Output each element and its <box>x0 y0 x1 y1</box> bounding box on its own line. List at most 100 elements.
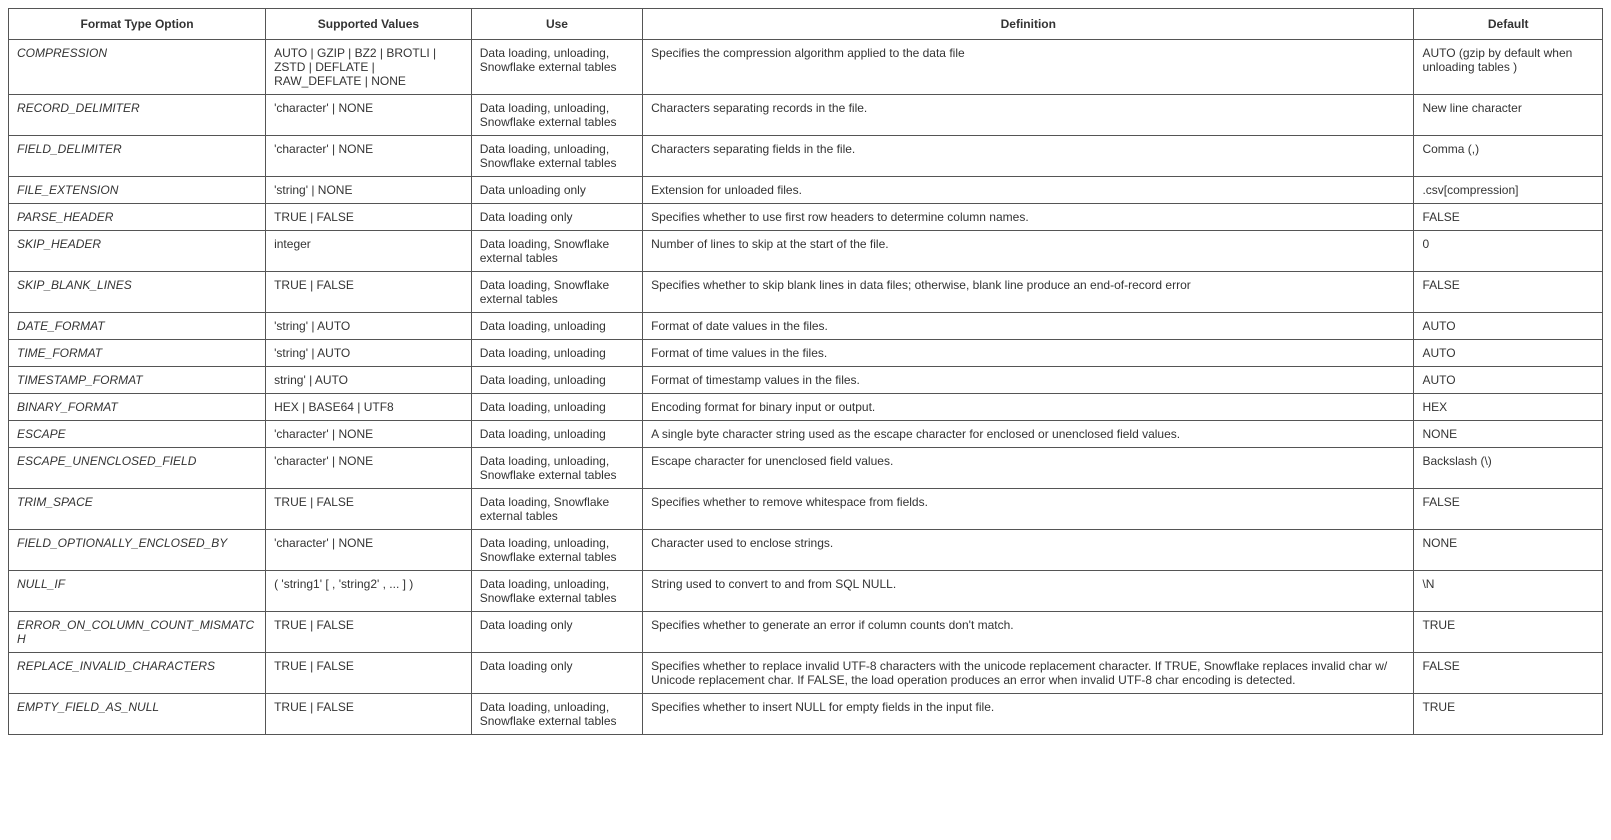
table-row: TRIM_SPACETRUE | FALSEData loading, Snow… <box>9 489 1603 530</box>
header-use: Use <box>471 9 642 40</box>
cell-option: SKIP_BLANK_LINES <box>9 272 266 313</box>
cell-definition: Format of time values in the files. <box>643 340 1414 367</box>
cell-default: .csv[compression] <box>1414 177 1603 204</box>
table-row: FIELD_OPTIONALLY_ENCLOSED_BY'character' … <box>9 530 1603 571</box>
cell-option: EMPTY_FIELD_AS_NULL <box>9 694 266 735</box>
cell-use: Data loading, unloading <box>471 421 642 448</box>
cell-option: ESCAPE_UNENCLOSED_FIELD <box>9 448 266 489</box>
cell-option: TIMESTAMP_FORMAT <box>9 367 266 394</box>
table-row: ESCAPE'character' | NONEData loading, un… <box>9 421 1603 448</box>
table-row: PARSE_HEADERTRUE | FALSEData loading onl… <box>9 204 1603 231</box>
cell-supported: ( 'string1' [ , 'string2' , ... ] ) <box>266 571 472 612</box>
cell-option: PARSE_HEADER <box>9 204 266 231</box>
cell-default: HEX <box>1414 394 1603 421</box>
cell-supported: 'string' | NONE <box>266 177 472 204</box>
table-row: TIME_FORMAT'string' | AUTOData loading, … <box>9 340 1603 367</box>
cell-definition: Characters separating fields in the file… <box>643 136 1414 177</box>
header-option: Format Type Option <box>9 9 266 40</box>
cell-use: Data loading only <box>471 653 642 694</box>
cell-definition: Specifies the compression algorithm appl… <box>643 40 1414 95</box>
cell-definition: Specifies whether to generate an error i… <box>643 612 1414 653</box>
cell-supported: 'character' | NONE <box>266 95 472 136</box>
cell-use: Data loading, unloading, Snowflake exter… <box>471 571 642 612</box>
cell-default: NONE <box>1414 530 1603 571</box>
table-row: TIMESTAMP_FORMATstring' | AUTOData loadi… <box>9 367 1603 394</box>
cell-supported: string' | AUTO <box>266 367 472 394</box>
cell-option: ERROR_ON_COLUMN_COUNT_MISMATCH <box>9 612 266 653</box>
table-row: SKIP_HEADERintegerData loading, Snowflak… <box>9 231 1603 272</box>
table-header-row: Format Type Option Supported Values Use … <box>9 9 1603 40</box>
cell-supported: 'character' | NONE <box>266 421 472 448</box>
cell-supported: 'character' | NONE <box>266 530 472 571</box>
cell-use: Data loading, unloading, Snowflake exter… <box>471 448 642 489</box>
cell-use: Data loading, Snowflake external tables <box>471 231 642 272</box>
cell-definition: Encoding format for binary input or outp… <box>643 394 1414 421</box>
table-row: FILE_EXTENSION'string' | NONEData unload… <box>9 177 1603 204</box>
cell-definition: Escape character for unenclosed field va… <box>643 448 1414 489</box>
cell-option: BINARY_FORMAT <box>9 394 266 421</box>
table-row: FIELD_DELIMITER'character' | NONEData lo… <box>9 136 1603 177</box>
cell-definition: Specifies whether to remove whitespace f… <box>643 489 1414 530</box>
cell-default: AUTO <box>1414 340 1603 367</box>
cell-use: Data loading, unloading <box>471 340 642 367</box>
cell-default: \N <box>1414 571 1603 612</box>
cell-use: Data loading, unloading, Snowflake exter… <box>471 136 642 177</box>
table-row: NULL_IF( 'string1' [ , 'string2' , ... ]… <box>9 571 1603 612</box>
cell-definition: Specifies whether to insert NULL for emp… <box>643 694 1414 735</box>
table-row: COMPRESSIONAUTO | GZIP | BZ2 | BROTLI | … <box>9 40 1603 95</box>
cell-option: DATE_FORMAT <box>9 313 266 340</box>
cell-use: Data loading, Snowflake external tables <box>471 272 642 313</box>
cell-use: Data loading, Snowflake external tables <box>471 489 642 530</box>
cell-supported: TRUE | FALSE <box>266 612 472 653</box>
cell-default: FALSE <box>1414 489 1603 530</box>
cell-option: FIELD_DELIMITER <box>9 136 266 177</box>
cell-supported: 'string' | AUTO <box>266 313 472 340</box>
cell-option: FILE_EXTENSION <box>9 177 266 204</box>
cell-use: Data loading only <box>471 204 642 231</box>
cell-default: FALSE <box>1414 653 1603 694</box>
table-row: EMPTY_FIELD_AS_NULLTRUE | FALSEData load… <box>9 694 1603 735</box>
cell-supported: integer <box>266 231 472 272</box>
cell-supported: 'character' | NONE <box>266 136 472 177</box>
cell-use: Data loading, unloading <box>471 367 642 394</box>
cell-default: Comma (,) <box>1414 136 1603 177</box>
cell-supported: AUTO | GZIP | BZ2 | BROTLI | ZSTD | DEFL… <box>266 40 472 95</box>
cell-supported: 'character' | NONE <box>266 448 472 489</box>
cell-option: TRIM_SPACE <box>9 489 266 530</box>
cell-default: NONE <box>1414 421 1603 448</box>
cell-default: 0 <box>1414 231 1603 272</box>
table-row: ERROR_ON_COLUMN_COUNT_MISMATCHTRUE | FAL… <box>9 612 1603 653</box>
cell-use: Data loading, unloading, Snowflake exter… <box>471 530 642 571</box>
header-supported: Supported Values <box>266 9 472 40</box>
table-row: ESCAPE_UNENCLOSED_FIELD'character' | NON… <box>9 448 1603 489</box>
cell-definition: Extension for unloaded files. <box>643 177 1414 204</box>
cell-option: ESCAPE <box>9 421 266 448</box>
cell-definition: Character used to enclose strings. <box>643 530 1414 571</box>
cell-supported: TRUE | FALSE <box>266 204 472 231</box>
cell-option: TIME_FORMAT <box>9 340 266 367</box>
cell-definition: Specifies whether to skip blank lines in… <box>643 272 1414 313</box>
cell-definition: Characters separating records in the fil… <box>643 95 1414 136</box>
cell-option: RECORD_DELIMITER <box>9 95 266 136</box>
cell-definition: Number of lines to skip at the start of … <box>643 231 1414 272</box>
cell-default: TRUE <box>1414 612 1603 653</box>
cell-use: Data unloading only <box>471 177 642 204</box>
cell-supported: TRUE | FALSE <box>266 272 472 313</box>
cell-supported: TRUE | FALSE <box>266 489 472 530</box>
cell-default: TRUE <box>1414 694 1603 735</box>
cell-option: NULL_IF <box>9 571 266 612</box>
cell-option: COMPRESSION <box>9 40 266 95</box>
cell-use: Data loading, unloading, Snowflake exter… <box>471 694 642 735</box>
cell-definition: Format of timestamp values in the files. <box>643 367 1414 394</box>
cell-definition: String used to convert to and from SQL N… <box>643 571 1414 612</box>
cell-default: AUTO <box>1414 367 1603 394</box>
table-row: DATE_FORMAT'string' | AUTOData loading, … <box>9 313 1603 340</box>
cell-default: AUTO <box>1414 313 1603 340</box>
cell-use: Data loading, unloading <box>471 313 642 340</box>
cell-definition: Format of date values in the files. <box>643 313 1414 340</box>
cell-use: Data loading, unloading, Snowflake exter… <box>471 95 642 136</box>
cell-default: Backslash (\) <box>1414 448 1603 489</box>
cell-definition: Specifies whether to replace invalid UTF… <box>643 653 1414 694</box>
table-row: RECORD_DELIMITER'character' | NONEData l… <box>9 95 1603 136</box>
cell-use: Data loading only <box>471 612 642 653</box>
